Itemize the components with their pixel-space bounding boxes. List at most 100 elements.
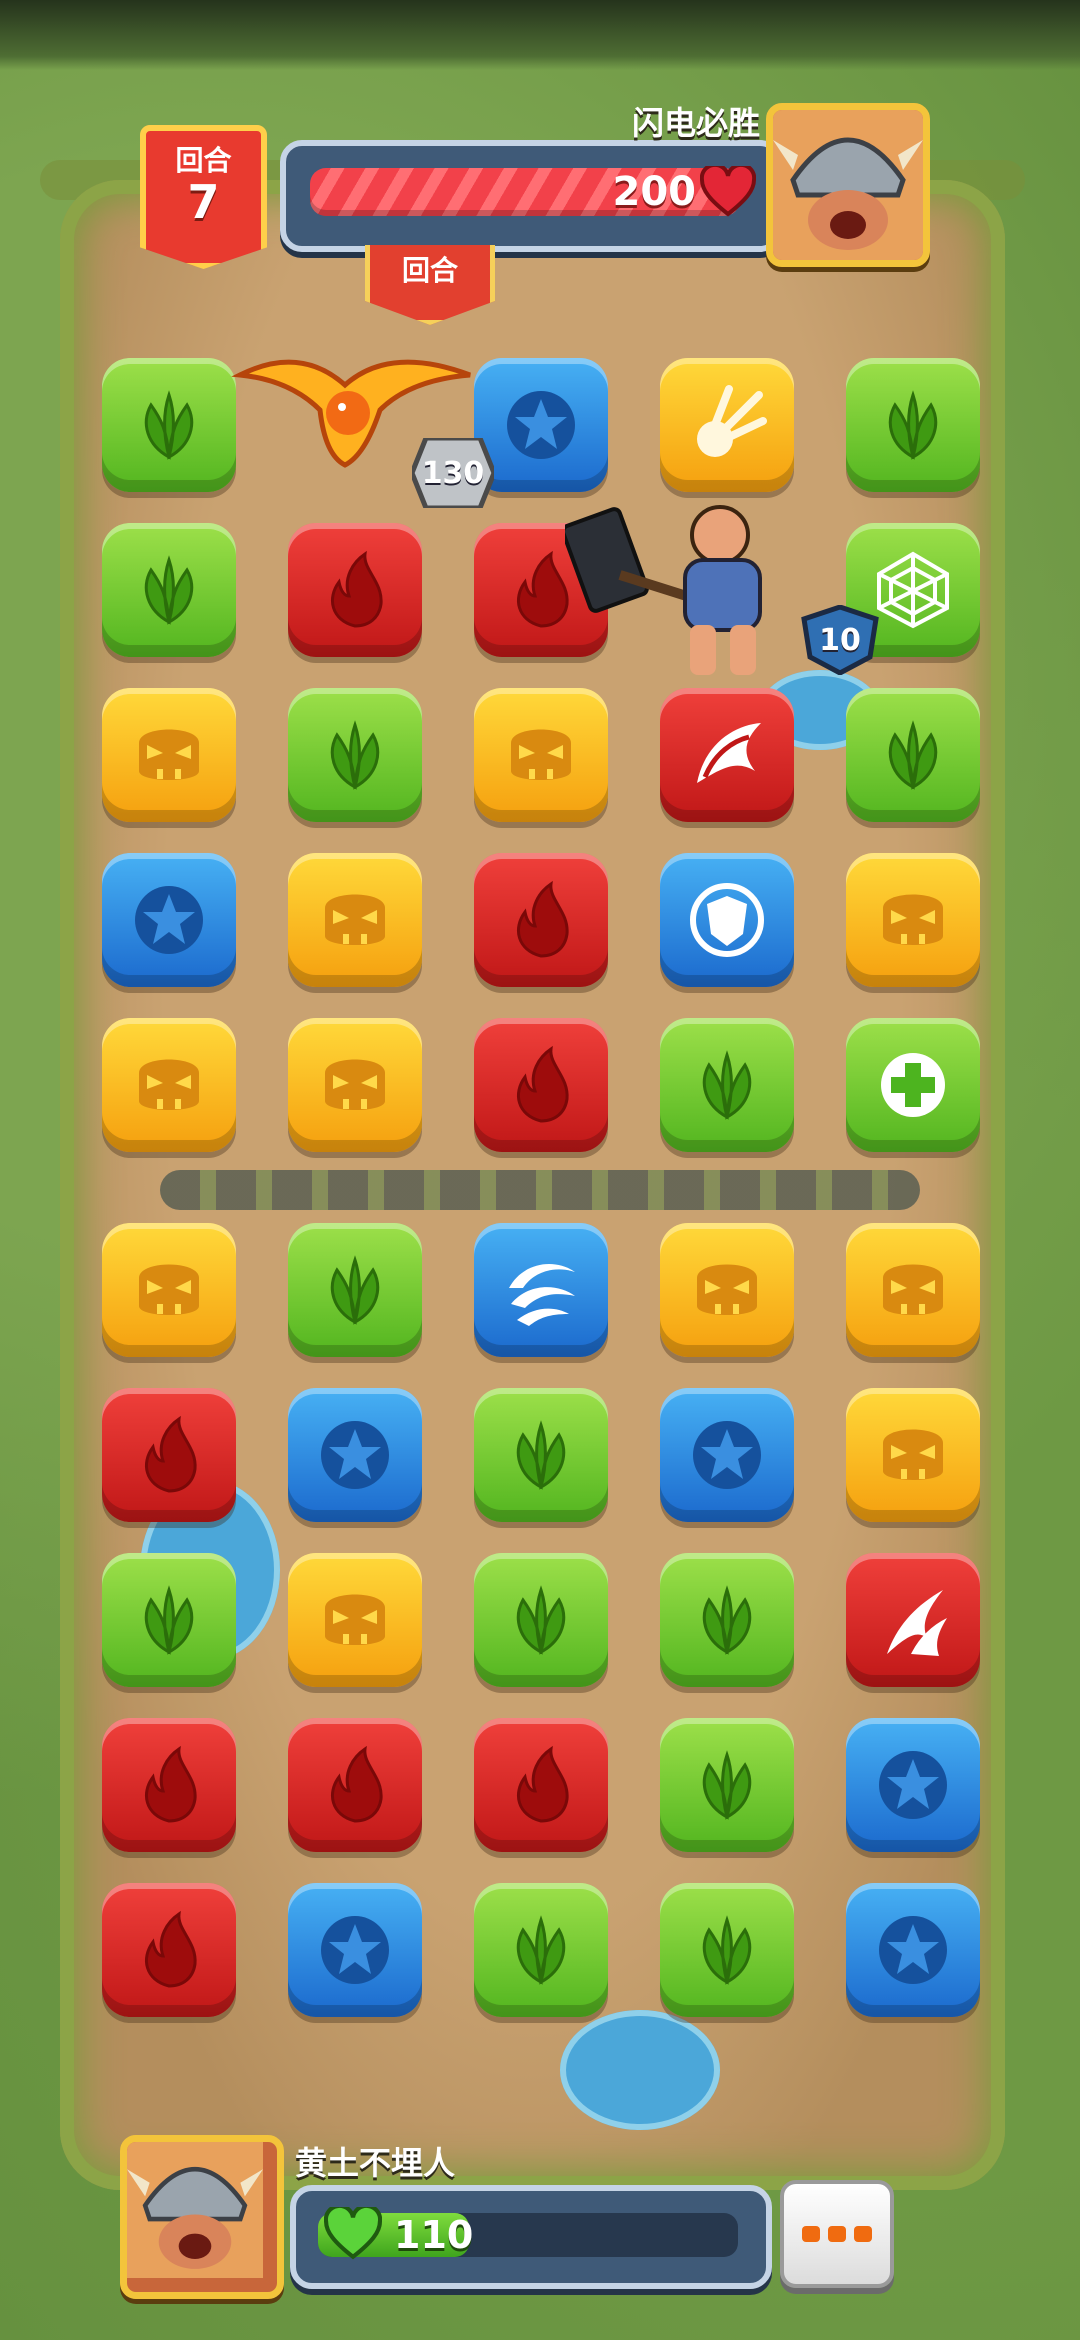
skull-tile[interactable] [846, 1388, 980, 1522]
leaf-tile[interactable] [288, 1223, 422, 1357]
star-icon [693, 1421, 761, 1489]
star-tile[interactable] [474, 358, 608, 492]
fire-icon [330, 1745, 383, 1823]
star-tile[interactable] [102, 853, 236, 987]
board-row [102, 1388, 982, 1528]
opponent-avatar[interactable] [766, 103, 930, 267]
claw-slash-icon [887, 1590, 947, 1656]
claw-slash-tile[interactable] [846, 1553, 980, 1687]
leaf-tile[interactable] [102, 523, 236, 657]
fire-tile[interactable] [474, 853, 608, 987]
player-hp-bar: 110 [290, 2185, 772, 2289]
fire-icon [516, 1045, 569, 1123]
leaf-icon [702, 1750, 752, 1820]
shield-tile[interactable] [660, 853, 794, 987]
leaf-icon [516, 1915, 566, 1985]
skull-icon [325, 1059, 385, 1110]
skull-tile[interactable] [102, 1223, 236, 1357]
fire-icon [144, 1910, 197, 1988]
skull-icon [139, 1059, 199, 1110]
explosion-tile[interactable] [660, 358, 794, 492]
star-icon [135, 886, 203, 954]
whirlwind-tile[interactable] [474, 1223, 608, 1357]
fire-tile[interactable] [102, 1718, 236, 1852]
explosion-icon [697, 385, 767, 457]
shield-icon [690, 883, 764, 957]
skull-tile[interactable] [102, 688, 236, 822]
green-heart-icon [324, 2207, 382, 2260]
skull-tile[interactable] [846, 853, 980, 987]
leaf-icon [330, 720, 380, 790]
skull-icon [325, 894, 385, 945]
warrior-level: 10 [819, 622, 861, 658]
whirlwind-icon [509, 1264, 575, 1326]
skull-tile[interactable] [288, 853, 422, 987]
fire-icon [516, 1745, 569, 1823]
skull-tile[interactable] [288, 1553, 422, 1687]
leaf-tile[interactable] [102, 1553, 236, 1687]
dragon-level: 130 [421, 455, 485, 491]
leaf-tile[interactable] [846, 358, 980, 492]
more-dots-icon [802, 2226, 820, 2242]
skull-icon [139, 1264, 199, 1315]
leaf-icon [144, 555, 194, 625]
heal-plus-tile[interactable] [846, 1018, 980, 1152]
star-tile[interactable] [288, 1388, 422, 1522]
stone-divider [160, 1170, 920, 1210]
leaf-icon [144, 1585, 194, 1655]
leaf-icon [702, 1915, 752, 1985]
leaf-icon [516, 1585, 566, 1655]
star-tile[interactable] [846, 1718, 980, 1852]
skull-icon [883, 1429, 943, 1480]
fire-icon [144, 1415, 197, 1493]
skull-icon [325, 1594, 385, 1645]
fire-tile[interactable] [102, 1388, 236, 1522]
board-row [102, 1883, 982, 2023]
pond [560, 2010, 720, 2130]
star-tile[interactable] [660, 1388, 794, 1522]
fire-icon [330, 550, 383, 628]
leaf-icon [330, 1255, 380, 1325]
skull-tile[interactable] [660, 1223, 794, 1357]
star-tile[interactable] [846, 1883, 980, 2017]
star-tile[interactable] [288, 1883, 422, 2017]
board-row [102, 1553, 982, 1693]
round-number: 7 [187, 175, 220, 229]
leaf-tile[interactable] [288, 688, 422, 822]
skull-tile[interactable] [102, 1018, 236, 1152]
leaf-tile[interactable] [474, 1553, 608, 1687]
heal-plus-icon [881, 1053, 945, 1117]
hammer-warrior-unit[interactable] [565, 495, 815, 685]
leaf-tile[interactable] [474, 1388, 608, 1522]
skull-tile[interactable] [474, 688, 608, 822]
fire-tile[interactable] [474, 1018, 608, 1152]
skull-tile[interactable] [288, 1018, 422, 1152]
more-dots-icon [828, 2226, 846, 2242]
leaf-tile[interactable] [102, 358, 236, 492]
fire-tile[interactable] [288, 523, 422, 657]
leaf-icon [702, 1050, 752, 1120]
dragon-level-badge: 130 [409, 435, 497, 511]
leaf-tile[interactable] [474, 1883, 608, 2017]
star-icon [879, 1916, 947, 1984]
heart-icon [700, 166, 756, 217]
skull-icon [883, 894, 943, 945]
leaf-tile[interactable] [846, 688, 980, 822]
more-button[interactable] [780, 2180, 894, 2288]
fire-tile[interactable] [288, 1718, 422, 1852]
player-name: 黄土不埋人 [295, 2144, 456, 2182]
leaf-tile[interactable] [660, 1018, 794, 1152]
player-avatar[interactable] [120, 2135, 284, 2299]
skull-tile[interactable] [846, 1223, 980, 1357]
board-row [102, 1223, 982, 1363]
leaf-icon [888, 720, 938, 790]
leaf-tile[interactable] [660, 1883, 794, 2017]
wing-strike-tile[interactable] [660, 688, 794, 822]
round-label: 回合 [175, 144, 232, 177]
leaf-tile[interactable] [660, 1718, 794, 1852]
fire-tile[interactable] [474, 1718, 608, 1852]
star-icon [507, 391, 575, 459]
fire-icon [144, 1745, 197, 1823]
leaf-tile[interactable] [660, 1553, 794, 1687]
fire-tile[interactable] [102, 1883, 236, 2017]
